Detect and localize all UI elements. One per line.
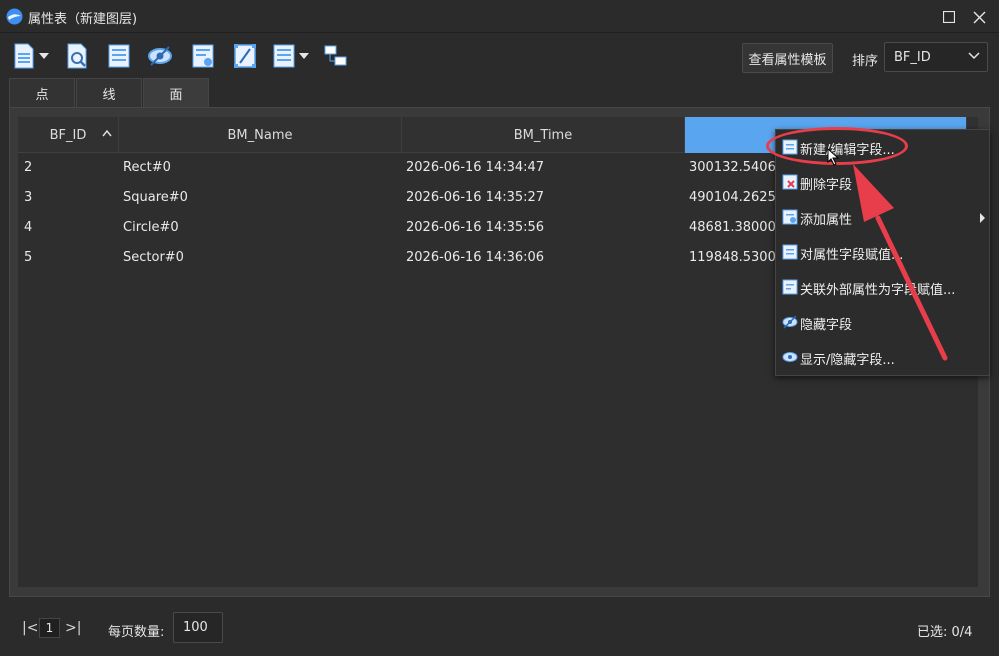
title-bar: 属性表（新建图层) <box>0 0 999 33</box>
menu-item-assign-field-value[interactable]: 对属性字段赋值... <box>776 235 989 270</box>
sort-select[interactable]: BF_ID <box>884 42 988 72</box>
find-icon <box>67 43 87 69</box>
cell-bm-name: Circle#0 <box>123 220 179 235</box>
sort-label: 排序 <box>852 54 879 69</box>
table-icon <box>108 44 130 68</box>
first-page-icon[interactable]: |< <box>22 620 38 636</box>
field-new-icon <box>782 139 798 155</box>
field-edit-button[interactable] <box>190 42 216 70</box>
menu-item-label: 添加属性 <box>800 213 853 228</box>
toolbar <box>0 34 999 78</box>
close-button[interactable] <box>967 5 991 29</box>
cell-bf-id: 5 <box>24 250 33 265</box>
cell-value: 300132.54060 <box>689 160 779 175</box>
app-logo-icon <box>6 8 23 25</box>
hide-icon <box>148 46 172 66</box>
column-header-label: BM_Time <box>513 127 573 143</box>
column-header-label: BM_Name <box>227 127 293 143</box>
table-button[interactable] <box>106 42 132 70</box>
field-assign-icon <box>782 244 798 260</box>
save-icon <box>14 43 33 69</box>
sort-ascending-icon <box>102 130 112 137</box>
hide-button[interactable] <box>147 42 173 70</box>
menu-item-label: 对属性字段赋值... <box>800 248 904 263</box>
submenu-arrow-icon <box>980 213 985 223</box>
cell-value: 119848.53000 <box>689 250 779 265</box>
column-context-menu: 新建/编辑字段... 删除字段 添加属性 对属性字段赋值... 关联外部属性为字… <box>775 129 990 376</box>
find-button[interactable] <box>64 42 90 70</box>
page-size-input[interactable]: 100 <box>173 612 223 643</box>
column-header-bm-time[interactable]: BM_Time <box>402 117 685 153</box>
maximize-button[interactable] <box>937 5 961 29</box>
list-menu-button[interactable] <box>270 42 310 70</box>
menu-item-new-edit-field[interactable]: 新建/编辑字段... <box>776 130 989 165</box>
last-page-icon[interactable]: >| <box>65 620 81 636</box>
close-icon <box>973 11 985 23</box>
cell-bm-time: 2026-06-16 14:36:06 <box>406 250 545 265</box>
calculator-button[interactable] <box>232 42 258 70</box>
external-link-icon <box>782 279 798 295</box>
menu-item-label: 删除字段 <box>800 178 853 193</box>
field-delete-icon <box>782 174 798 190</box>
link-icon <box>324 45 347 66</box>
tab-point[interactable]: 点 <box>9 78 75 107</box>
cell-bm-time: 2026-06-16 14:34:47 <box>406 160 545 175</box>
attribute-add-icon <box>782 209 798 225</box>
list-icon <box>273 44 294 68</box>
menu-item-label: 关联外部属性为字段赋值... <box>800 283 956 298</box>
save-menu-button[interactable] <box>10 42 50 70</box>
window-title: 属性表（新建图层) <box>28 12 138 27</box>
cell-value: 48681.380000 <box>689 220 779 235</box>
chevron-down-icon <box>968 52 980 60</box>
cell-bm-time: 2026-06-16 14:35:56 <box>406 220 545 235</box>
column-header-label: BF_ID <box>49 127 87 143</box>
menu-item-add-attribute[interactable]: 添加属性 <box>776 200 989 235</box>
cell-value: 490104.26256 <box>689 190 779 205</box>
cell-bf-id: 2 <box>24 160 33 175</box>
show-hide-icon <box>782 352 798 362</box>
tab-line[interactable]: 线 <box>76 78 142 107</box>
selected-count: 已选: 0/4 <box>917 625 973 640</box>
maximize-icon <box>943 11 955 23</box>
menu-item-label: 隐藏字段 <box>800 318 853 333</box>
menu-item-label: 显示/隐藏字段... <box>800 353 895 368</box>
cell-bf-id: 3 <box>24 190 33 205</box>
menu-item-label: 新建/编辑字段... <box>800 143 895 158</box>
menu-item-delete-field[interactable]: 删除字段 <box>776 165 989 200</box>
field-edit-icon <box>192 44 214 68</box>
menu-item-hide-field[interactable]: 隐藏字段 <box>776 305 989 340</box>
cell-bm-name: Sector#0 <box>123 250 184 265</box>
current-page[interactable]: 1 <box>39 618 60 638</box>
page-size-label: 每页数量: <box>108 625 165 640</box>
cell-bm-name: Rect#0 <box>123 160 171 175</box>
column-header-bm-name[interactable]: BM_Name <box>119 117 402 153</box>
calculator-icon <box>234 44 256 68</box>
cell-bm-time: 2026-06-16 14:35:27 <box>406 190 545 205</box>
cell-bf-id: 4 <box>24 220 33 235</box>
link-button[interactable] <box>323 42 349 70</box>
sort-select-value: BF_ID <box>894 50 931 65</box>
cell-bm-name: Square#0 <box>123 190 188 205</box>
view-attribute-template-button[interactable]: 查看属性模板 <box>742 43 833 73</box>
hide-field-icon <box>782 315 798 329</box>
tab-polygon[interactable]: 面 <box>143 78 209 107</box>
menu-item-show-hide-fields[interactable]: 显示/隐藏字段... <box>776 340 989 375</box>
menu-item-link-external-attribute[interactable]: 关联外部属性为字段赋值... <box>776 270 989 305</box>
